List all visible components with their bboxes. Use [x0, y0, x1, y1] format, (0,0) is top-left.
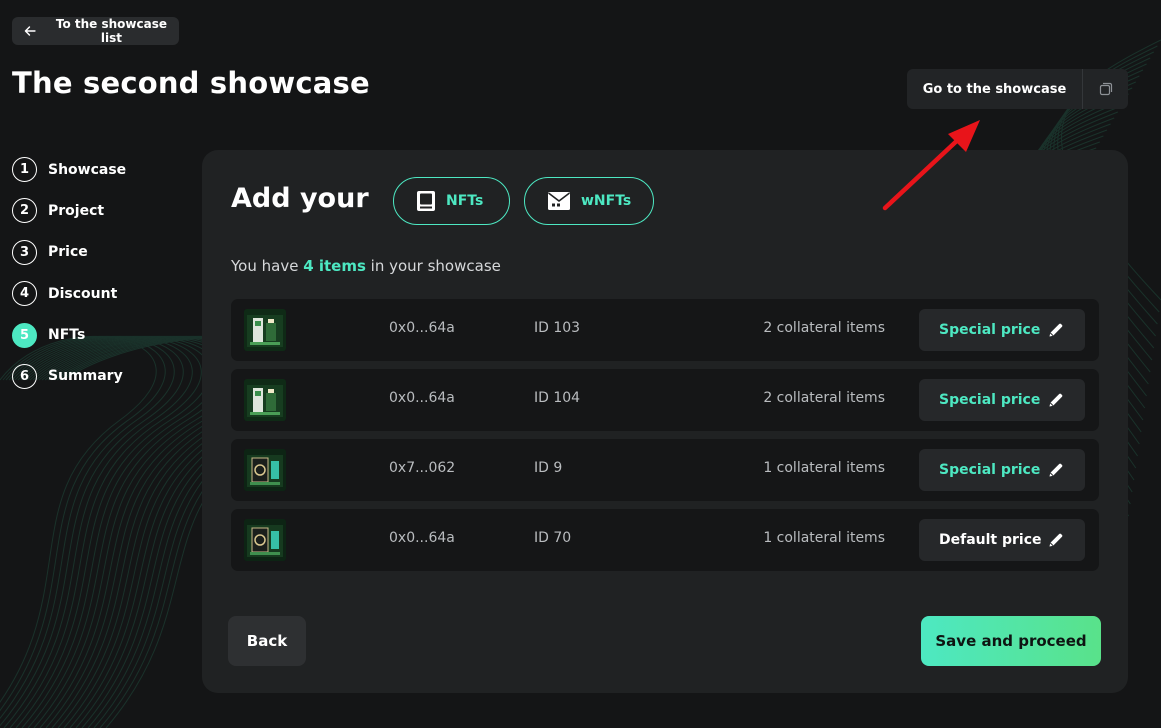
edit-price-button[interactable]: Default price [919, 519, 1085, 561]
token-id: ID 9 [534, 460, 563, 476]
wizard-steps: 1 Showcase 2 Project 3 Price 4 Discount 5 NFTs 6 Su… [12, 156, 126, 404]
nft-card-icon [417, 191, 435, 211]
price-label: Special price [939, 462, 1041, 478]
nft-thumbnail [244, 449, 286, 491]
item-count-text: You have 4 items in your showcase [231, 257, 501, 275]
step-label: Project [48, 202, 105, 219]
copy-link-button[interactable] [1083, 69, 1128, 109]
collateral-count: 1 collateral items [763, 460, 885, 476]
card-title: Add your [231, 183, 369, 214]
go-to-showcase-button[interactable]: Go to the showcase [907, 69, 1083, 109]
step-label: Showcase [48, 161, 127, 178]
back-to-showcase-list-link[interactable]: To the showcase list [12, 17, 179, 45]
step-number: 4 [12, 281, 37, 307]
save-and-proceed-button[interactable]: Save and proceed [921, 616, 1101, 666]
contract-address: 0x0...64a [389, 320, 455, 336]
step-price[interactable]: 3 Price [12, 239, 126, 266]
goto-showcase-group: Go to the showcase [907, 69, 1128, 109]
pencil-icon [1049, 393, 1063, 407]
collateral-count: 1 collateral items [763, 530, 885, 546]
contract-address: 0x0...64a [389, 530, 455, 546]
token-id: ID 104 [534, 390, 581, 406]
nft-row: 0x7...062 ID 9 1 collateral items Special p… [231, 439, 1099, 501]
page-title: The second showcase [12, 66, 370, 100]
step-label: Discount [48, 285, 118, 302]
pencil-icon [1049, 323, 1063, 337]
step-project[interactable]: 2 Project [12, 197, 126, 224]
item-count-highlight: 4 items [303, 257, 366, 275]
token-id: ID 103 [534, 320, 581, 336]
add-wnfts-button[interactable]: wNFTs [524, 177, 654, 225]
step-nfts[interactable]: 5 NFTs [12, 322, 126, 349]
price-label: Special price [939, 392, 1041, 408]
collateral-count: 2 collateral items [763, 390, 885, 406]
step-number: 5 [12, 322, 37, 348]
nft-row: 0x0...64a ID 104 2 collateral items Special… [231, 369, 1099, 431]
step-number: 6 [12, 363, 37, 389]
step-number: 2 [12, 198, 37, 224]
pencil-icon [1049, 533, 1063, 547]
nft-card-panel: Add your NFTs wNFTs You have 4 items in … [202, 150, 1128, 693]
token-id: ID 70 [534, 530, 572, 546]
nft-thumbnail [244, 379, 286, 421]
edit-price-button[interactable]: Special price [919, 449, 1085, 491]
nft-thumbnail [244, 519, 286, 561]
nft-row: 0x0...64a ID 70 1 collateral items Default … [231, 509, 1099, 571]
price-label: Default price [939, 532, 1042, 548]
wnft-envelope-icon [548, 192, 570, 210]
nft-row: 0x0...64a ID 103 2 collateral items Special… [231, 299, 1099, 361]
add-nfts-label: NFTs [446, 193, 484, 209]
contract-address: 0x7...062 [389, 460, 456, 476]
contract-address: 0x0...64a [389, 390, 455, 406]
edit-price-button[interactable]: Special price [919, 309, 1085, 351]
step-number: 1 [12, 157, 37, 182]
step-showcase[interactable]: 1 Showcase [12, 156, 126, 183]
add-nfts-button[interactable]: NFTs [393, 177, 510, 225]
pencil-icon [1049, 463, 1063, 477]
add-wnfts-label: wNFTs [581, 193, 632, 209]
edit-price-button[interactable]: Special price [919, 379, 1085, 421]
collateral-count: 2 collateral items [763, 320, 885, 336]
back-button[interactable]: Back [228, 616, 306, 666]
nft-thumbnail [244, 309, 286, 351]
step-number: 3 [12, 239, 37, 265]
back-link-label: To the showcase list [55, 17, 167, 45]
arrow-left-icon [24, 26, 36, 36]
step-label: Summary [48, 368, 123, 385]
price-label: Special price [939, 322, 1041, 338]
copy-icon [1099, 82, 1112, 96]
step-label: NFTs [48, 327, 86, 344]
nft-list: 0x0...64a ID 103 2 collateral items Special… [231, 299, 1099, 579]
step-discount[interactable]: 4 Discount [12, 280, 126, 307]
step-label: Price [48, 244, 88, 261]
step-summary[interactable]: 6 Summary [12, 363, 126, 390]
